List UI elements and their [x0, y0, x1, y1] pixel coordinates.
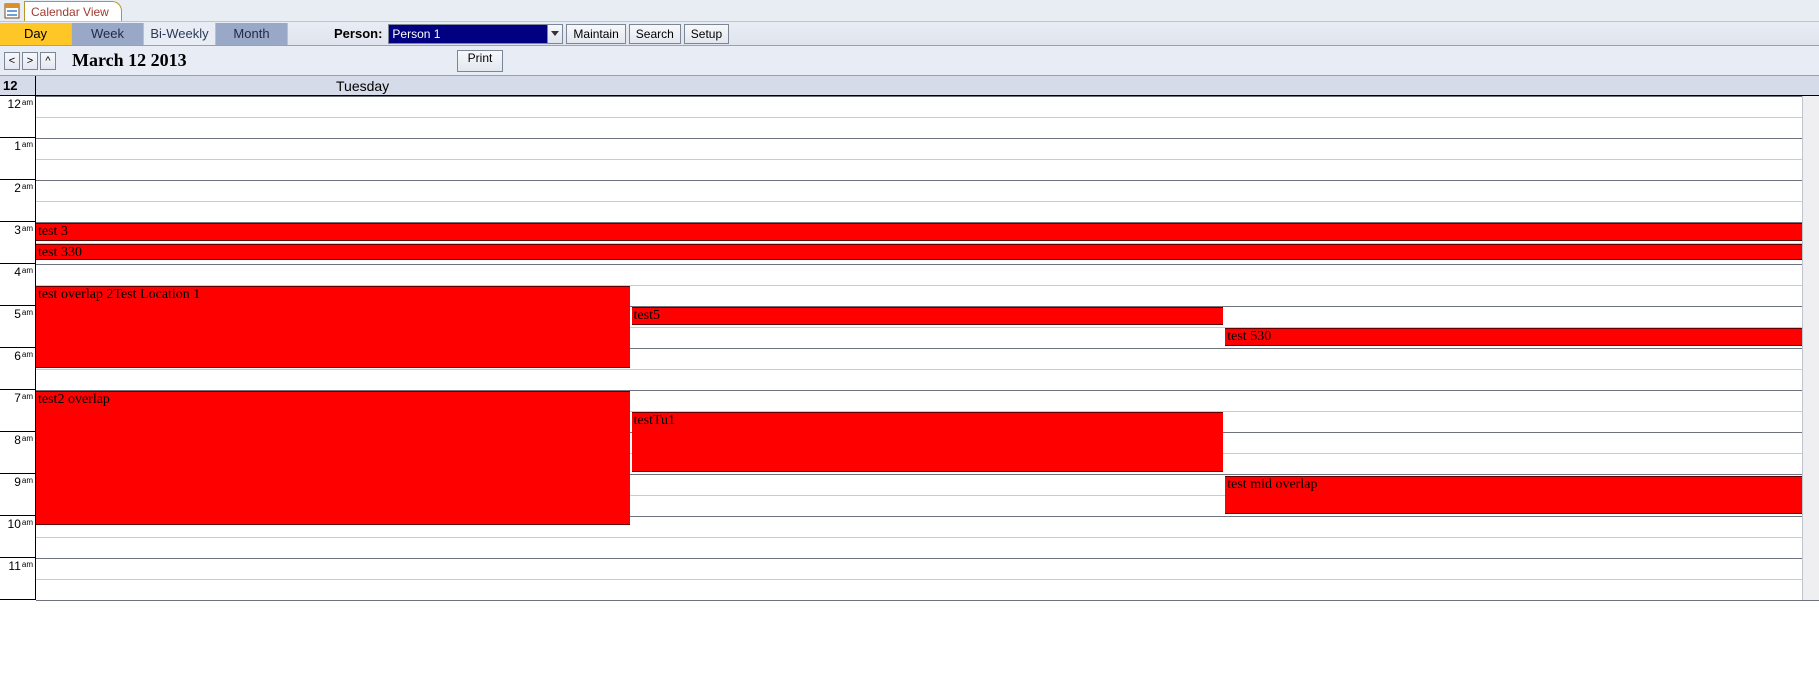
- hour-number: 1: [14, 139, 21, 153]
- calendar-event[interactable]: testTu1: [632, 412, 1224, 472]
- hour-gridline: [36, 138, 1819, 139]
- hour-gridline: [36, 264, 1819, 265]
- view-biweekly-label: Bi-Weekly: [150, 26, 208, 41]
- calendar-event[interactable]: test2 overlap: [36, 391, 630, 525]
- hour-label: 3am: [0, 222, 35, 264]
- chevron-down-icon[interactable]: [547, 25, 562, 43]
- calendar-event[interactable]: test overlap 2Test Location 1: [36, 286, 630, 368]
- hour-gridline: [36, 600, 1819, 601]
- time-gutter: 12am1am2am3am4am5am6am7am8am9am10am11am: [0, 96, 36, 600]
- today-label: ^: [45, 55, 50, 67]
- hour-label: 12am: [0, 96, 35, 138]
- hour-ampm: am: [22, 98, 33, 107]
- hour-ampm: am: [22, 560, 33, 569]
- view-week-label: Week: [91, 26, 124, 41]
- hour-label: 2am: [0, 180, 35, 222]
- view-day-button[interactable]: Day: [0, 23, 72, 45]
- hour-ampm: am: [22, 140, 33, 149]
- events-area[interactable]: test 3 test 330 test overlap 2Test Locatio…: [36, 96, 1819, 600]
- hour-number: 9: [14, 475, 21, 489]
- halfhour-gridline: [36, 369, 1819, 370]
- view-month-button[interactable]: Month: [216, 23, 288, 45]
- hour-ampm: am: [22, 476, 33, 485]
- hour-ampm: am: [22, 350, 33, 359]
- hour-ampm: am: [22, 308, 33, 317]
- day-column-header: 12 Tuesday: [0, 76, 1819, 96]
- hour-label: 5am: [0, 306, 35, 348]
- maintain-button[interactable]: Maintain: [566, 24, 625, 44]
- hour-number: 5: [14, 307, 21, 321]
- hour-number: 11: [8, 559, 20, 573]
- person-label: Person:: [334, 26, 382, 41]
- hour-ampm: am: [22, 392, 33, 401]
- person-combobox[interactable]: Person 1: [388, 24, 563, 44]
- day-name: Tuesday: [36, 76, 1819, 95]
- hour-number: 12: [8, 97, 21, 111]
- calendar-grid: 12am1am2am3am4am5am6am7am8am9am10am11am …: [0, 96, 1819, 600]
- day-number: 12: [0, 76, 36, 95]
- hour-gridline: [36, 180, 1819, 181]
- halfhour-gridline: [36, 117, 1819, 118]
- today-button[interactable]: ^: [40, 52, 56, 70]
- hour-label: 4am: [0, 264, 35, 306]
- tab-label: Calendar View: [31, 5, 109, 19]
- setup-button[interactable]: Setup: [684, 24, 729, 44]
- calendar-event[interactable]: test mid overlap: [1225, 476, 1817, 514]
- hour-label: 9am: [0, 474, 35, 516]
- tab-calendar-view[interactable]: Calendar View: [24, 1, 122, 21]
- hour-ampm: am: [22, 182, 33, 191]
- calendar-event[interactable]: test 530: [1225, 328, 1817, 346]
- hour-number: 3: [14, 223, 21, 237]
- hour-number: 6: [14, 349, 21, 363]
- hour-label: 8am: [0, 432, 35, 474]
- hour-number: 2: [14, 181, 21, 195]
- hour-label: 1am: [0, 138, 35, 180]
- view-biweekly-button[interactable]: Bi-Weekly: [144, 23, 216, 45]
- calendar-event[interactable]: test5: [632, 307, 1224, 325]
- view-week-button[interactable]: Week: [72, 23, 144, 45]
- hour-label: 7am: [0, 390, 35, 432]
- setup-label: Setup: [691, 27, 722, 41]
- hour-ampm: am: [22, 434, 33, 443]
- form-icon: [4, 3, 20, 19]
- hour-label: 6am: [0, 348, 35, 390]
- toolbar: Day Week Bi-Weekly Month Person: Person …: [0, 22, 1819, 46]
- hour-number: 10: [8, 517, 21, 531]
- print-label: Print: [468, 51, 493, 65]
- halfhour-gridline: [36, 201, 1819, 202]
- person-combobox-value: Person 1: [389, 25, 547, 43]
- prev-label: <: [9, 55, 15, 67]
- next-day-button[interactable]: >: [22, 52, 38, 70]
- search-label: Search: [636, 27, 674, 41]
- hour-ampm: am: [22, 518, 33, 527]
- hour-label: 10am: [0, 516, 35, 558]
- halfhour-gridline: [36, 579, 1819, 580]
- hour-number: 7: [14, 391, 21, 405]
- search-button[interactable]: Search: [629, 24, 681, 44]
- prev-day-button[interactable]: <: [4, 52, 20, 70]
- print-button[interactable]: Print: [457, 50, 504, 72]
- window-tab-strip: Calendar View: [0, 0, 1819, 22]
- hour-number: 4: [14, 265, 21, 279]
- hour-label: 11am: [0, 558, 35, 600]
- date-title: March 12 2013: [72, 50, 187, 71]
- person-value-text: Person 1: [392, 27, 440, 41]
- calendar-header: < > ^ March 12 2013 Print: [0, 46, 1819, 76]
- hour-gridline: [36, 96, 1819, 97]
- halfhour-gridline: [36, 537, 1819, 538]
- hour-number: 8: [14, 433, 21, 447]
- view-day-label: Day: [24, 26, 47, 41]
- hour-ampm: am: [22, 224, 33, 233]
- calendar-event[interactable]: test 330: [36, 244, 1817, 260]
- hour-gridline: [36, 558, 1819, 559]
- calendar-event[interactable]: test 3: [36, 223, 1817, 241]
- next-label: >: [27, 55, 33, 67]
- view-month-label: Month: [233, 26, 269, 41]
- maintain-label: Maintain: [573, 27, 618, 41]
- hour-ampm: am: [22, 266, 33, 275]
- halfhour-gridline: [36, 159, 1819, 160]
- vertical-scrollbar[interactable]: [1802, 96, 1819, 600]
